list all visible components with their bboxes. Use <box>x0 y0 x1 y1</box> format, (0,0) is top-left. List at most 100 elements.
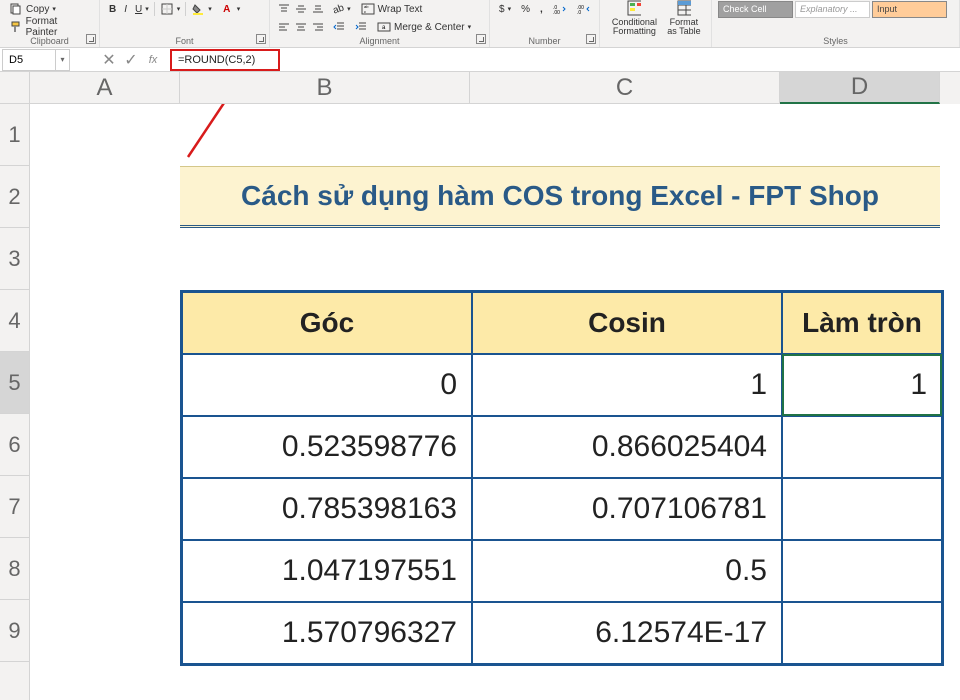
merge-icon: a <box>377 20 391 34</box>
align-middle-button[interactable] <box>293 2 309 16</box>
table-header-cosin[interactable]: Cosin <box>472 292 782 354</box>
percent-icon: % <box>521 4 530 15</box>
svg-text:.00: .00 <box>553 10 560 14</box>
cell-b8[interactable]: 1.047197551 <box>182 540 472 602</box>
format-as-table-button[interactable]: Format as Table <box>663 0 705 36</box>
cell-b5[interactable]: 0 <box>182 354 472 416</box>
cell-d9[interactable] <box>782 602 942 664</box>
col-header-c[interactable]: C <box>470 72 780 104</box>
comma-icon: , <box>540 4 543 15</box>
table-icon <box>677 1 691 15</box>
wrap-text-label: Wrap Text <box>378 4 423 15</box>
number-dialog-launcher[interactable] <box>586 34 596 44</box>
dropdown-caret-icon: ▾ <box>52 5 56 13</box>
wrap-text-button[interactable]: abc Wrap Text <box>358 1 426 17</box>
clipboard-dialog-launcher[interactable] <box>86 34 96 44</box>
row-header-7[interactable]: 7 <box>0 476 29 538</box>
ribbon: Copy ▾ Format Painter Clipboard B I U▾ ▾ <box>0 0 960 48</box>
cell-c8[interactable]: 0.5 <box>472 540 782 602</box>
cell-b7[interactable]: 0.785398163 <box>182 478 472 540</box>
accounting-format-button[interactable]: $▾ <box>496 3 514 16</box>
name-box[interactable]: D5 <box>2 49 56 71</box>
orientation-button[interactable]: ab▾ <box>330 3 354 16</box>
column-headers: A B C D <box>30 72 960 104</box>
col-header-b[interactable]: B <box>180 72 470 104</box>
clipboard-group-label: Clipboard <box>30 36 69 46</box>
spreadsheet-grid: 1 2 3 4 5 6 7 8 9 A B C D Cách sử dụng h… <box>0 72 960 700</box>
font-dialog-launcher[interactable] <box>256 34 266 44</box>
cell-c6[interactable]: 0.866025404 <box>472 416 782 478</box>
align-bottom-button[interactable] <box>310 2 326 16</box>
comma-format-button[interactable]: , <box>537 3 546 16</box>
conditional-formatting-button[interactable]: Conditional Formatting <box>606 0 663 36</box>
cell-style-check-cell[interactable]: Check Cell <box>718 1 793 18</box>
cell-b6[interactable]: 0.523598776 <box>182 416 472 478</box>
table-header-goc[interactable]: Góc <box>182 292 472 354</box>
horizontal-align-group <box>276 20 326 34</box>
cell-style-input[interactable]: Input <box>872 1 947 18</box>
col-header-a[interactable]: A <box>30 72 180 104</box>
decrease-indent-button[interactable] <box>330 21 348 33</box>
font-color-icon: A <box>220 2 234 16</box>
vertical-align-group <box>276 2 326 16</box>
format-as-table-label: Format as Table <box>666 18 702 36</box>
bold-button[interactable]: B <box>106 3 119 16</box>
cell-c9[interactable]: 6.12574E-17 <box>472 602 782 664</box>
separator <box>185 2 186 16</box>
row-header-4[interactable]: 4 <box>0 290 29 352</box>
underline-button[interactable]: U▾ <box>132 3 152 16</box>
title-banner[interactable]: Cách sử dụng hàm COS trong Excel - FPT S… <box>180 166 940 228</box>
font-color-button[interactable]: A ▾ <box>217 1 244 17</box>
table-header-round[interactable]: Làm tròn <box>782 292 942 354</box>
cell-c5[interactable]: 1 <box>472 354 782 416</box>
bucket-icon <box>191 2 205 16</box>
paintbrush-icon <box>9 20 23 34</box>
cell-d7[interactable] <box>782 478 942 540</box>
align-left-button[interactable] <box>276 20 292 34</box>
name-box-dropdown[interactable]: ▾ <box>56 49 70 71</box>
select-all-corner[interactable] <box>0 72 29 104</box>
align-top-button[interactable] <box>276 2 292 16</box>
row-header-9[interactable]: 9 <box>0 600 29 662</box>
row-header-2[interactable]: 2 <box>0 166 29 228</box>
align-center-button[interactable] <box>293 20 309 34</box>
fill-color-button[interactable]: ▾ <box>188 1 215 17</box>
merge-center-button[interactable]: a Merge & Center ▾ <box>374 19 474 35</box>
increase-decimal-button[interactable]: .0.00 <box>550 3 570 15</box>
cell-c7[interactable]: 0.707106781 <box>472 478 782 540</box>
row-header-8[interactable]: 8 <box>0 538 29 600</box>
italic-button[interactable]: I <box>121 3 130 16</box>
borders-button[interactable]: ▾ <box>157 1 184 17</box>
align-right-button[interactable] <box>310 20 326 34</box>
decrease-decimal-button[interactable]: .00.0 <box>574 3 594 15</box>
formula-cancel-button[interactable]: ✕ <box>102 53 116 67</box>
cell-d8[interactable] <box>782 540 942 602</box>
check-icon: ✓ <box>124 50 137 70</box>
formula-input[interactable]: =ROUND(C5,2) <box>170 49 280 71</box>
row-headers: 1 2 3 4 5 6 7 8 9 <box>0 72 30 700</box>
cell-b9[interactable]: 1.570796327 <box>182 602 472 664</box>
formula-confirm-button[interactable]: ✓ <box>124 53 138 67</box>
cell-d5[interactable]: 1 <box>782 354 942 416</box>
row-header-6[interactable]: 6 <box>0 414 29 476</box>
fx-icon: fx <box>149 54 158 66</box>
format-painter-label: Format Painter <box>26 16 90 38</box>
svg-text:a: a <box>382 25 386 31</box>
row-header-1[interactable]: 1 <box>0 104 29 166</box>
chevron-down-icon: ▾ <box>60 55 64 64</box>
copy-label: Copy <box>26 4 49 15</box>
row-header-5[interactable]: 5 <box>0 352 29 414</box>
col-header-d[interactable]: D <box>780 72 940 104</box>
x-icon: ✕ <box>102 50 115 70</box>
svg-text:.0: .0 <box>577 10 581 14</box>
alignment-dialog-launcher[interactable] <box>476 34 486 44</box>
increase-indent-button[interactable] <box>352 21 370 33</box>
cell-style-explanatory[interactable]: Explanatory ... <box>795 1 870 18</box>
percent-format-button[interactable]: % <box>518 3 533 16</box>
cell-d6[interactable] <box>782 416 942 478</box>
copy-icon <box>9 2 23 16</box>
styles-group-label: Styles <box>823 36 848 46</box>
row-header-3[interactable]: 3 <box>0 228 29 290</box>
insert-function-button[interactable]: fx <box>146 53 160 67</box>
font-group-label: Font <box>175 36 193 46</box>
